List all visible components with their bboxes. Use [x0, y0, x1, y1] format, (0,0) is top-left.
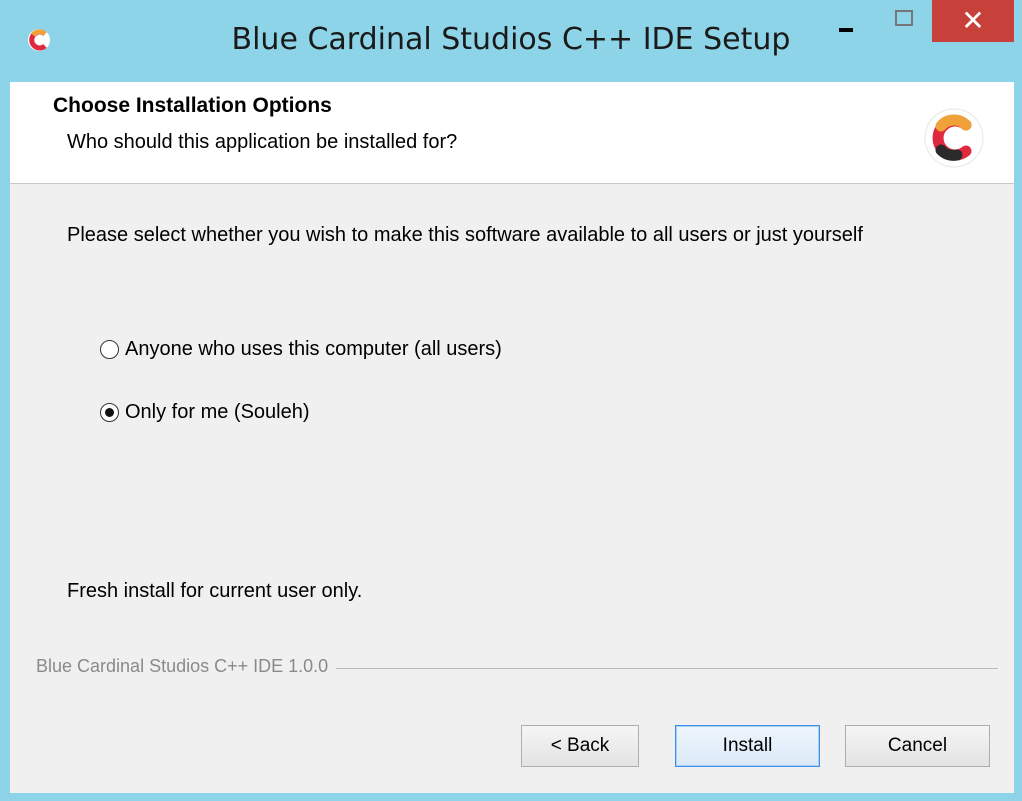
svg-text:+: + [42, 36, 49, 45]
maximize-icon [895, 10, 913, 26]
status-text: Fresh install for current user only. [67, 580, 363, 602]
minimize-button[interactable] [824, 0, 868, 42]
page-header: Choose Installation Options Who should t… [10, 82, 1014, 184]
option-only-me[interactable]: Only for me (Souleh) [100, 401, 310, 424]
title-bar[interactable]: + Blue Cardinal Studios C++ IDE Setup ✕ [0, 0, 1022, 82]
radio-only-me[interactable] [100, 403, 119, 422]
page-title: Choose Installation Options [53, 94, 332, 117]
close-button[interactable]: ✕ [932, 0, 1014, 42]
brand-separator: Blue Cardinal Studios C++ IDE 1.0.0 [36, 656, 998, 678]
page-subtitle: Who should this application be installed… [67, 131, 458, 153]
maximize-button[interactable] [880, 0, 924, 42]
cancel-button[interactable]: Cancel [845, 725, 990, 767]
option-only-me-label: Only for me (Souleh) [125, 401, 310, 423]
cpp-logo-icon: ++ [924, 108, 984, 168]
options-panel: Please select whether you wish to make t… [10, 184, 1014, 793]
app-icon: + [28, 29, 50, 51]
minimize-icon [839, 28, 853, 32]
back-button[interactable]: < Back [521, 725, 639, 767]
svg-text:++: ++ [958, 130, 981, 146]
close-icon: ✕ [961, 4, 985, 37]
install-button[interactable]: Install [675, 725, 820, 767]
setup-window: + Blue Cardinal Studios C++ IDE Setup ✕ … [0, 0, 1022, 801]
option-all-users-label: Anyone who uses this computer (all users… [125, 338, 502, 360]
radio-all-users[interactable] [100, 340, 119, 359]
brand-text: Blue Cardinal Studios C++ IDE 1.0.0 [36, 656, 337, 677]
option-all-users[interactable]: Anyone who uses this computer (all users… [100, 338, 502, 361]
instruction-text: Please select whether you wish to make t… [67, 224, 863, 246]
window-title: Blue Cardinal Studios C++ IDE Setup [231, 22, 791, 57]
